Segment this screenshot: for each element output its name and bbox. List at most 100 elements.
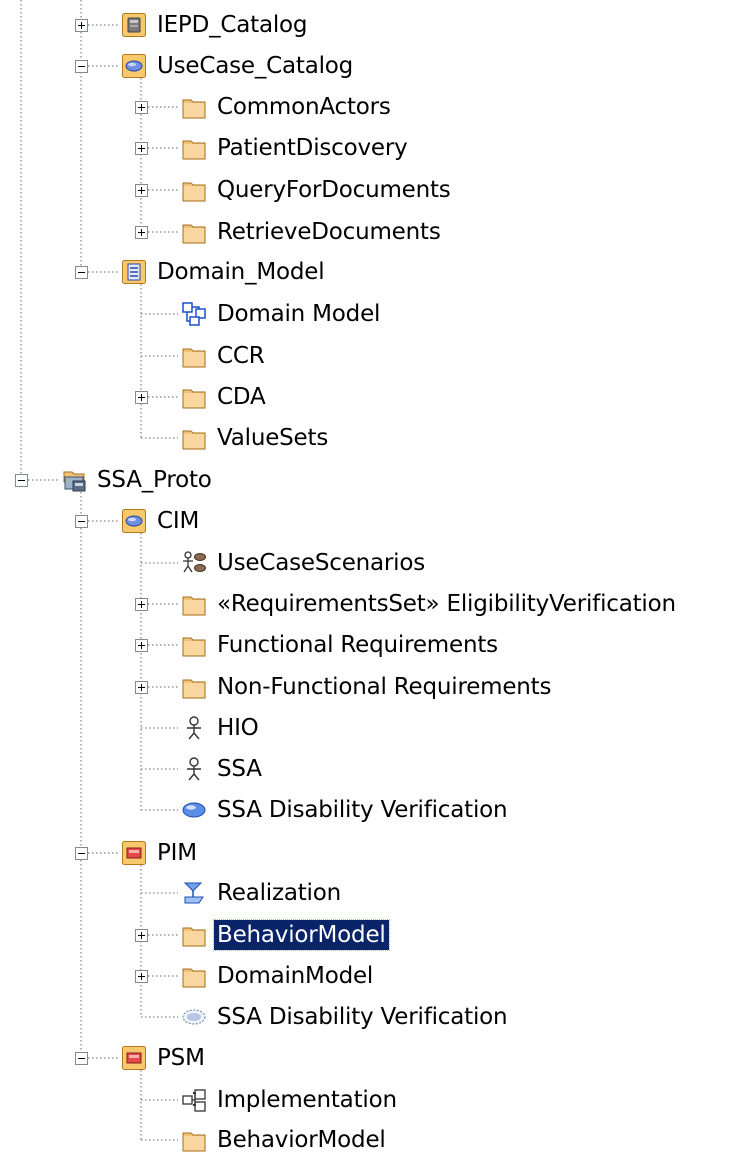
folder-icon [181,425,207,451]
collaboration-icon [181,1004,207,1030]
tree-item-label: BehaviorModel [217,1127,386,1153]
tree-item-label: DomainModel [217,963,374,989]
actor-icon [181,756,207,782]
tree-item-domain-model-diagram[interactable]: Domain Model [181,297,383,331]
expand-button[interactable] [135,391,148,404]
tree-item-label: SSA_Proto [97,467,212,493]
tree-item-label: QueryForDocuments [217,177,451,203]
tree-item-psm[interactable]: PSM [121,1041,208,1075]
tree-item-usecasescenarios[interactable]: UseCaseScenarios [181,546,428,580]
tree-item-label: PIM [157,840,197,866]
tree-item-retrievedocuments[interactable]: RetrieveDocuments [181,215,444,249]
model-browser-tree: IEPD_Catalog UseCase_Catalog CommonActor… [0,0,731,1159]
folder-icon [181,219,207,245]
tree-item-commonactors[interactable]: CommonActors [181,90,394,124]
folder-icon [181,674,207,700]
tree-item-label: UseCase_Catalog [157,53,354,79]
tree-item-label: IEPD_Catalog [157,12,308,38]
tree-item-iepd-catalog[interactable]: IEPD_Catalog [121,8,310,42]
usecase-diagram-icon [181,550,207,576]
tree-item-ssa-proto[interactable]: SSA_Proto [61,463,215,497]
project-icon [61,467,87,493]
folder-icon [181,177,207,203]
tree-item-realization[interactable]: Realization [181,876,344,910]
tree-item-label: Realization [217,880,341,906]
tree-item-label: UseCaseScenarios [217,550,426,576]
tree-item-cim[interactable]: CIM [121,504,202,538]
collapse-button[interactable] [75,60,88,73]
expand-button[interactable] [135,598,148,611]
expand-button[interactable] [75,19,88,32]
folder-icon [181,384,207,410]
tree-item-label: SSA Disability Verification [217,797,508,823]
tree-item-label: PatientDiscovery [217,135,408,161]
expand-button[interactable] [135,184,148,197]
realization-diagram-icon [181,880,207,906]
model-package-icon [121,840,147,866]
folder-icon [181,632,207,658]
tree-item-ccr[interactable]: CCR [181,339,268,373]
tree-item-label: Implementation [217,1087,397,1113]
tree-item-ssa[interactable]: SSA [181,752,265,786]
component-diagram-icon [181,1087,207,1113]
tree-item-label: ValueSets [217,425,329,451]
tree-item-implementation[interactable]: Implementation [181,1083,400,1117]
tree-item-cda[interactable]: CDA [181,380,269,414]
collapse-button[interactable] [75,1052,88,1065]
tree-item-label: CDA [217,384,266,410]
tree-item-label: CCR [217,343,265,369]
folder-icon [181,922,207,948]
tree-item-behaviormodel-selected[interactable]: BehaviorModel [181,918,390,952]
expand-button[interactable] [135,929,148,942]
tree-item-label: RetrieveDocuments [217,219,441,245]
tree-item-non-functional-requirements[interactable]: Non-Functional Requirements [181,670,554,704]
folder-icon [181,343,207,369]
tree-item-label: Non-Functional Requirements [217,674,552,700]
collapse-button[interactable] [75,266,88,279]
collapse-button[interactable] [75,515,88,528]
folder-icon [181,1127,207,1153]
tree-item-ssa-disability-verification-collaboration[interactable]: SSA Disability Verification [181,1000,510,1034]
tree-item-label: BehaviorModel [213,919,390,951]
tree-item-domain-model-package[interactable]: Domain_Model [121,255,327,289]
tree-item-requirementsset-eligibilityverification[interactable]: «RequirementsSet» EligibilityVerificatio… [181,587,679,621]
tree-item-label: SSA Disability Verification [217,1004,508,1030]
folder-icon [181,963,207,989]
expand-button[interactable] [135,226,148,239]
tree-item-patientdiscovery[interactable]: PatientDiscovery [181,131,411,165]
tree-item-ssa-disability-verification-usecase[interactable]: SSA Disability Verification [181,793,510,827]
gear-package-icon [121,12,147,38]
tree-item-functional-requirements[interactable]: Functional Requirements [181,628,501,662]
tree-item-domainmodel[interactable]: DomainModel [181,959,376,993]
tree-item-usecase-catalog[interactable]: UseCase_Catalog [121,49,356,83]
model-package-icon [121,1045,147,1071]
expand-button[interactable] [135,639,148,652]
usecase-package-icon [121,508,147,534]
class-diagram-icon [181,301,207,327]
tree-item-label: Domain_Model [157,259,325,285]
tree-item-hio[interactable]: HIO [181,711,262,745]
folder-icon [181,135,207,161]
tree-item-label: SSA [217,756,262,782]
tree-item-label: Domain Model [217,301,381,327]
collapse-button[interactable] [75,847,88,860]
folder-icon [181,591,207,617]
tree-item-label: Functional Requirements [217,632,498,658]
folder-icon [181,94,207,120]
tree-item-label: CommonActors [217,94,391,120]
tree-item-valuesets[interactable]: ValueSets [181,421,331,455]
collapse-button[interactable] [15,474,28,487]
tree-item-behaviormodel-psm[interactable]: BehaviorModel [181,1123,389,1157]
tree-item-queryfordocuments[interactable]: QueryForDocuments [181,173,454,207]
expand-button[interactable] [135,101,148,114]
tree-item-pim[interactable]: PIM [121,836,200,870]
actor-icon [181,715,207,741]
tree-item-label: PSM [157,1045,205,1071]
tree-item-label: «RequirementsSet» EligibilityVerificatio… [217,591,676,617]
expand-button[interactable] [135,970,148,983]
expand-button[interactable] [135,142,148,155]
tree-item-label: CIM [157,508,200,534]
expand-button[interactable] [135,681,148,694]
usecase-package-icon [121,53,147,79]
domain-package-icon [121,259,147,285]
